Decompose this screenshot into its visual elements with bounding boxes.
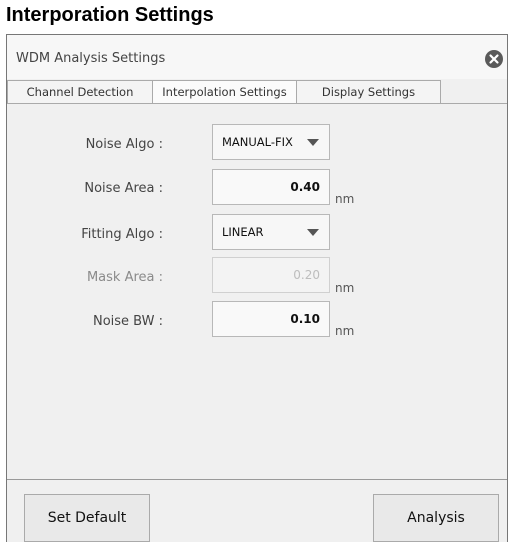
- noise-area-unit: nm: [335, 192, 355, 206]
- close-button[interactable]: [485, 50, 503, 68]
- tab-channel-detection[interactable]: Channel Detection: [7, 80, 153, 104]
- dialog-title: WDM Analysis Settings: [16, 51, 166, 66]
- page-heading: Interporation Settings: [6, 4, 214, 26]
- fitting-algo-label: Fitting Algo :: [81, 227, 163, 242]
- fitting-algo-value: LINEAR: [222, 225, 264, 239]
- settings-tabs: Channel Detection Interpolation Settings…: [7, 80, 447, 104]
- chevron-down-icon: [307, 229, 319, 236]
- fitting-algo-dropdown[interactable]: LINEAR: [212, 214, 330, 250]
- tab-interpolation-settings[interactable]: Interpolation Settings: [152, 80, 297, 104]
- mask-area-label: Mask Area :: [86, 270, 163, 285]
- analysis-button[interactable]: Analysis: [373, 494, 499, 542]
- noise-algo-value: MANUAL-FIX: [222, 135, 293, 149]
- noise-bw-unit: nm: [335, 324, 355, 338]
- noise-algo-label: Noise Algo :: [85, 137, 163, 152]
- close-icon: [489, 54, 499, 64]
- noise-bw-input[interactable]: 0.10: [212, 301, 330, 337]
- mask-area-value: 0.20: [293, 268, 320, 282]
- noise-bw-value: 0.10: [290, 312, 320, 326]
- chevron-down-icon: [307, 139, 319, 146]
- noise-area-input[interactable]: 0.40: [212, 169, 330, 205]
- interpolation-settings-panel: Noise Algo : MANUAL-FIX Noise Area : 0.4…: [7, 104, 507, 479]
- wdm-analysis-settings-dialog: WDM Analysis Settings Channel Detection …: [6, 34, 508, 542]
- mask-area-unit: nm: [335, 281, 355, 295]
- noise-area-value: 0.40: [290, 180, 320, 194]
- dialog-titlebar: WDM Analysis Settings: [7, 35, 507, 79]
- noise-area-label: Noise Area :: [84, 181, 163, 196]
- noise-bw-label: Noise BW :: [92, 314, 163, 329]
- noise-algo-dropdown[interactable]: MANUAL-FIX: [212, 124, 330, 160]
- mask-area-input: 0.20: [212, 257, 330, 293]
- dialog-footer: Set Default Analysis: [7, 479, 507, 542]
- tab-display-settings[interactable]: Display Settings: [296, 80, 441, 104]
- set-default-button[interactable]: Set Default: [24, 494, 150, 542]
